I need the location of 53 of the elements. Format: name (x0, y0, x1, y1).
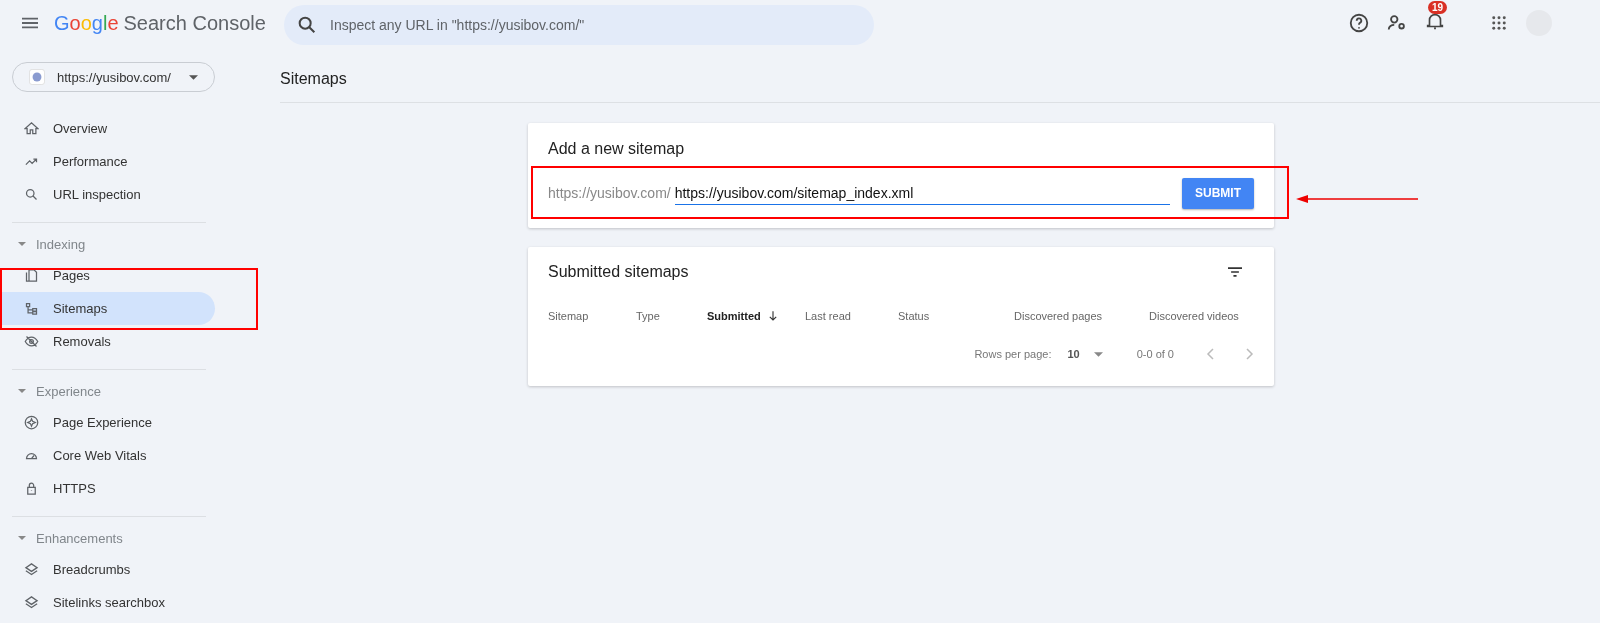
column-header[interactable]: Discovered videos (1149, 310, 1239, 322)
nav-icon (24, 562, 39, 577)
collapse-caret-icon[interactable] (18, 389, 26, 393)
apps-grid-icon[interactable] (1492, 16, 1506, 30)
rows-per-page-select[interactable]: 10 (1067, 348, 1103, 360)
notification-count: 19 (1428, 1, 1448, 14)
collapse-caret-icon[interactable] (18, 242, 26, 246)
nav-item[interactable]: Breadcrumbs (0, 553, 215, 586)
globe-icon (29, 69, 45, 85)
section-header: Indexing (36, 236, 86, 252)
section-header: Experience (36, 383, 102, 399)
url-prefix: https://yusibov.com/ (548, 185, 671, 201)
url-inspection-search-field[interactable]: Inspect any URL in "https://yusibov.com/" (284, 5, 874, 45)
nav-item[interactable]: Page Experience (0, 406, 215, 439)
nav-item[interactable]: Removals (0, 325, 215, 358)
section-header: Enhancements (36, 530, 123, 546)
submit-button[interactable]: SUBMIT (1182, 177, 1254, 209)
nav-item[interactable]: Overview (0, 112, 215, 145)
nav-item[interactable]: Core Web Vitals (0, 439, 215, 472)
nav-item[interactable]: Sitelinks searchbox (0, 586, 215, 619)
nav-item[interactable]: Sitemaps (0, 292, 215, 325)
column-header[interactable]: Discovered pages (1014, 310, 1103, 322)
page-title: Sitemaps (280, 70, 1600, 103)
sort-down-arrow-icon[interactable] (768, 311, 777, 321)
nav-icon (24, 481, 39, 496)
dropdown-caret-icon (1093, 351, 1103, 357)
nav-item[interactable]: Pages (0, 259, 215, 292)
column-header[interactable]: Last read (805, 310, 851, 322)
nav-item[interactable]: URL inspection (0, 178, 215, 211)
card-title: Add a new sitemap (548, 140, 686, 158)
help-icon[interactable] (1348, 12, 1370, 34)
rows-per-page-label: Rows per page: (974, 348, 1052, 360)
nav-icon (24, 334, 39, 349)
page-range: 0-0 of 0 (1136, 348, 1174, 360)
nav-icon (24, 268, 39, 283)
column-header[interactable]: Submitted (707, 310, 761, 322)
nav-item[interactable]: HTTPS (0, 472, 215, 505)
collapse-caret-icon[interactable] (18, 536, 26, 540)
dropdown-caret-icon (189, 74, 198, 80)
column-header[interactable]: Type (636, 310, 660, 322)
column-header[interactable]: Status (898, 310, 930, 322)
filter-icon[interactable] (1228, 267, 1242, 277)
nav-icon (24, 595, 39, 610)
nav-icon (24, 415, 39, 430)
nav-icon (24, 301, 39, 316)
nav-item[interactable]: Performance (0, 145, 215, 178)
nav-icon (24, 121, 39, 136)
product-logo[interactable]: Google Search Console (54, 11, 284, 35)
search-icon (296, 14, 318, 36)
card-title: Submitted sitemaps (548, 263, 689, 281)
menu-icon[interactable] (22, 17, 38, 29)
column-header[interactable]: Sitemap (548, 310, 589, 322)
nav-icon (24, 187, 39, 202)
